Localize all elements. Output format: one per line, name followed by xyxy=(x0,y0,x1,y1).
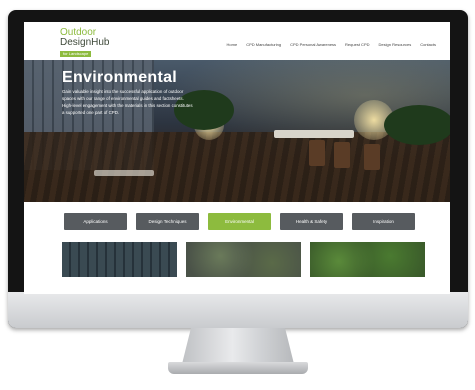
hero-description: Gain valuable insight into the successfu… xyxy=(62,89,193,115)
hero-chair xyxy=(309,140,325,166)
nav-item-design-resources[interactable]: Design Resources xyxy=(379,42,412,47)
hero-bar-table xyxy=(94,170,154,176)
logo-line-2: DesignHub xyxy=(60,38,110,48)
tab-inspiration[interactable]: Inspiration xyxy=(352,213,415,230)
logo-badge: for Landscape xyxy=(60,51,92,57)
nav-item-home[interactable]: Home xyxy=(227,42,238,47)
website-screen: Outdoor DesignHub for Landscape Home CPD… xyxy=(24,22,450,294)
site-header: Outdoor DesignHub for Landscape Home CPD… xyxy=(24,22,450,60)
tab-health-safety[interactable]: Health & Safety xyxy=(280,213,343,230)
monitor-stand-base xyxy=(168,362,308,374)
main-nav: Home CPD Manufacturing CPD Personal Awar… xyxy=(227,42,436,47)
tab-applications[interactable]: Applications xyxy=(64,213,127,230)
article-card-image[interactable] xyxy=(186,242,301,277)
hero-deck-image xyxy=(24,132,450,202)
site-logo[interactable]: Outdoor DesignHub for Landscape xyxy=(60,28,110,58)
tab-environmental[interactable]: Environmental xyxy=(208,213,271,230)
nav-item-request-cpd[interactable]: Request CPD xyxy=(345,42,369,47)
hero-table xyxy=(274,130,354,138)
article-card-image[interactable] xyxy=(310,242,425,277)
monitor-chin xyxy=(8,292,468,328)
nav-item-cpd-manufacturing[interactable]: CPD Manufacturing xyxy=(246,42,281,47)
tab-design-techniques[interactable]: Design Techniques xyxy=(136,213,199,230)
monitor-stand-neck xyxy=(182,328,294,364)
page-title: Environmental xyxy=(62,69,178,86)
nav-item-cpd-personal-awareness[interactable]: CPD Personal Awareness xyxy=(290,42,336,47)
logo-hub: Hub xyxy=(91,37,110,48)
category-tabs: Applications Design Techniques Environme… xyxy=(64,213,415,230)
hero-chair xyxy=(334,142,350,168)
logo-design: Design xyxy=(60,37,92,48)
article-card-image[interactable] xyxy=(62,242,177,277)
hero-plant xyxy=(384,105,450,145)
hero-chair xyxy=(364,144,380,170)
article-cards xyxy=(62,242,425,277)
nav-item-contacts[interactable]: Contacts xyxy=(420,42,436,47)
